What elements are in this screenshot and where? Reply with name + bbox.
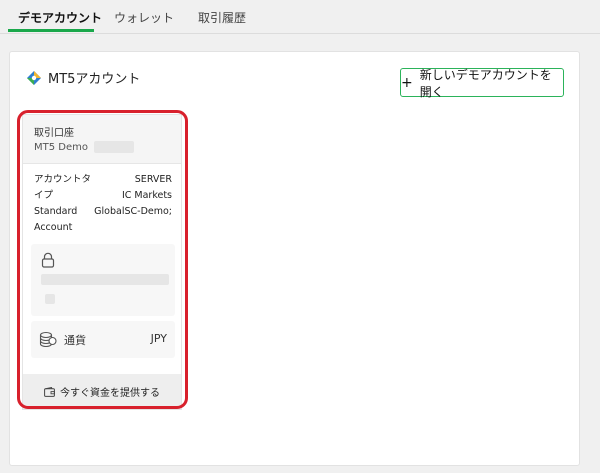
account-card: 取引口座 MT5 Demo アカウントタイプ Standard Account … (22, 114, 182, 410)
account-type-label: アカウントタイプ (34, 174, 92, 201)
account-type-value: Standard Account (34, 206, 78, 233)
server-label: SERVER (134, 174, 172, 185)
tab-bar: デモアカウント ウォレット 取引履歴 (0, 0, 600, 34)
currency-value: JPY (150, 332, 167, 345)
new-demo-account-label: 新しいデモアカウントを開く (419, 67, 552, 99)
account-info: アカウントタイプ Standard Account SERVER IC Mark… (23, 164, 181, 242)
currency-row: 通貨 JPY (31, 321, 175, 358)
server-value: IC Markets GlobalSC-Demo; (94, 190, 172, 217)
active-tab-indicator (8, 29, 94, 32)
account-label: 取引口座 (34, 128, 74, 139)
currency-label: 通貨 (64, 334, 86, 347)
fund-now-label: 今すぐ資金を提供する (60, 388, 160, 399)
account-number-redacted (94, 141, 135, 153)
accounts-panel: MT5アカウント + 新しいデモアカウントを開く 取引口座 MT5 Demo ア… (9, 51, 580, 466)
account-name: MT5 Demo (34, 142, 88, 153)
password-redacted (41, 274, 169, 285)
tab-trade-history[interactable]: 取引履歴 (198, 9, 246, 26)
fund-now-button[interactable]: 今すぐ資金を提供する (23, 374, 181, 409)
lock-icon (41, 252, 55, 268)
tab-demo-account[interactable]: デモアカウント (18, 9, 102, 26)
wallet-icon (44, 386, 55, 397)
coins-icon (39, 331, 57, 347)
mt5-logo-icon (27, 70, 41, 85)
section-title: MT5アカウント (48, 72, 141, 87)
password-redacted-2 (45, 294, 55, 304)
account-card-header: 取引口座 MT5 Demo (23, 115, 181, 164)
password-box (31, 244, 175, 316)
section-header: MT5アカウント (26, 68, 140, 87)
new-demo-account-button[interactable]: + 新しいデモアカウントを開く (400, 67, 564, 99)
plus-icon: + (401, 74, 413, 91)
tab-wallet[interactable]: ウォレット (114, 9, 174, 26)
